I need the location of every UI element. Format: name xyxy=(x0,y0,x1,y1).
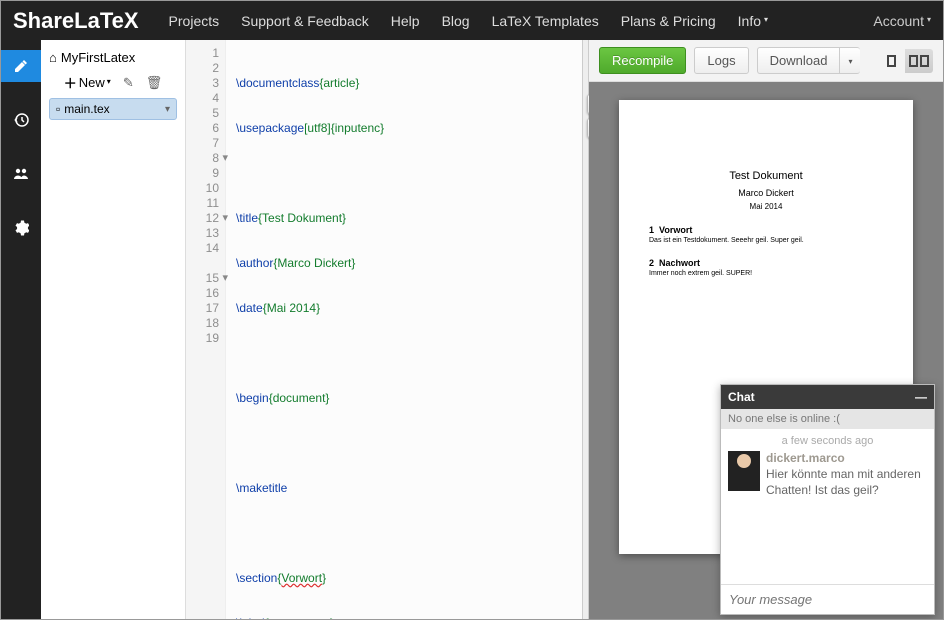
file-item-main[interactable]: ▫ main.tex ▾ xyxy=(49,98,177,120)
nav-plans[interactable]: Plans & Pricing xyxy=(621,13,716,29)
doc-author: Marco Dickert xyxy=(649,188,883,198)
delete-button[interactable]: 🗑 xyxy=(146,75,163,91)
avatar xyxy=(728,451,760,491)
rail-edit-button[interactable] xyxy=(1,50,41,82)
chat-input[interactable] xyxy=(721,585,934,614)
nav-support[interactable]: Support & Feedback xyxy=(241,13,369,29)
download-button[interactable]: Download ▾ xyxy=(757,47,861,74)
logs-button[interactable]: Logs xyxy=(694,47,748,74)
recompile-button[interactable]: Recompile xyxy=(599,47,686,74)
project-root[interactable]: ⌂ MyFirstLatex xyxy=(41,46,185,69)
code-editor[interactable]: 1234567 8▾ 91011 12▾ 1314 15▾ 16171819 \… xyxy=(186,40,582,619)
rail-settings-button[interactable] xyxy=(1,212,41,244)
chat-username: dickert.marco xyxy=(766,451,927,465)
project-name-label: MyFirstLatex xyxy=(61,50,135,65)
layout-single-button[interactable] xyxy=(877,49,905,73)
chat-message-text: Hier könnte man mit anderen Chatten! Ist… xyxy=(766,467,927,498)
rail-history-button[interactable] xyxy=(1,104,41,136)
caret-down-icon: ▾ xyxy=(764,15,768,24)
home-icon: ⌂ xyxy=(49,50,57,65)
chat-minimize-button[interactable]: — xyxy=(915,390,927,404)
chat-title: Chat xyxy=(728,390,755,404)
layout-split-button[interactable] xyxy=(905,49,933,73)
nav-info[interactable]: Info▾ xyxy=(738,13,768,29)
file-icon: ▫ xyxy=(56,102,60,116)
download-caret[interactable]: ▾ xyxy=(839,47,860,74)
chat-timestamp: a few seconds ago xyxy=(728,435,927,447)
chat-panel: Chat — No one else is online :( a few se… xyxy=(720,384,935,615)
chevron-down-icon: ▾ xyxy=(165,104,170,115)
nav-account[interactable]: Account▾ xyxy=(873,13,931,29)
chat-status: No one else is online :( xyxy=(721,409,934,429)
brand-logo[interactable]: ShareLaTeX xyxy=(13,8,139,34)
nav-projects[interactable]: Projects xyxy=(169,13,220,29)
gear-icon xyxy=(13,220,29,236)
people-icon xyxy=(13,166,29,182)
new-file-button[interactable]: ＋New▾ xyxy=(64,73,111,92)
caret-down-icon: ▾ xyxy=(927,15,931,24)
doc-title: Test Dokument xyxy=(649,170,883,182)
nav-blog[interactable]: Blog xyxy=(442,13,470,29)
caret-down-icon: ▾ xyxy=(107,77,111,86)
pencil-icon xyxy=(13,58,29,74)
rail-share-button[interactable] xyxy=(1,158,41,190)
doc-date: Mai 2014 xyxy=(649,202,883,211)
history-icon xyxy=(13,112,29,128)
nav-help[interactable]: Help xyxy=(391,13,420,29)
rename-button[interactable]: ✎ xyxy=(123,75,134,91)
nav-templates[interactable]: LaTeX Templates xyxy=(492,13,599,29)
file-label: main.tex xyxy=(64,102,109,116)
